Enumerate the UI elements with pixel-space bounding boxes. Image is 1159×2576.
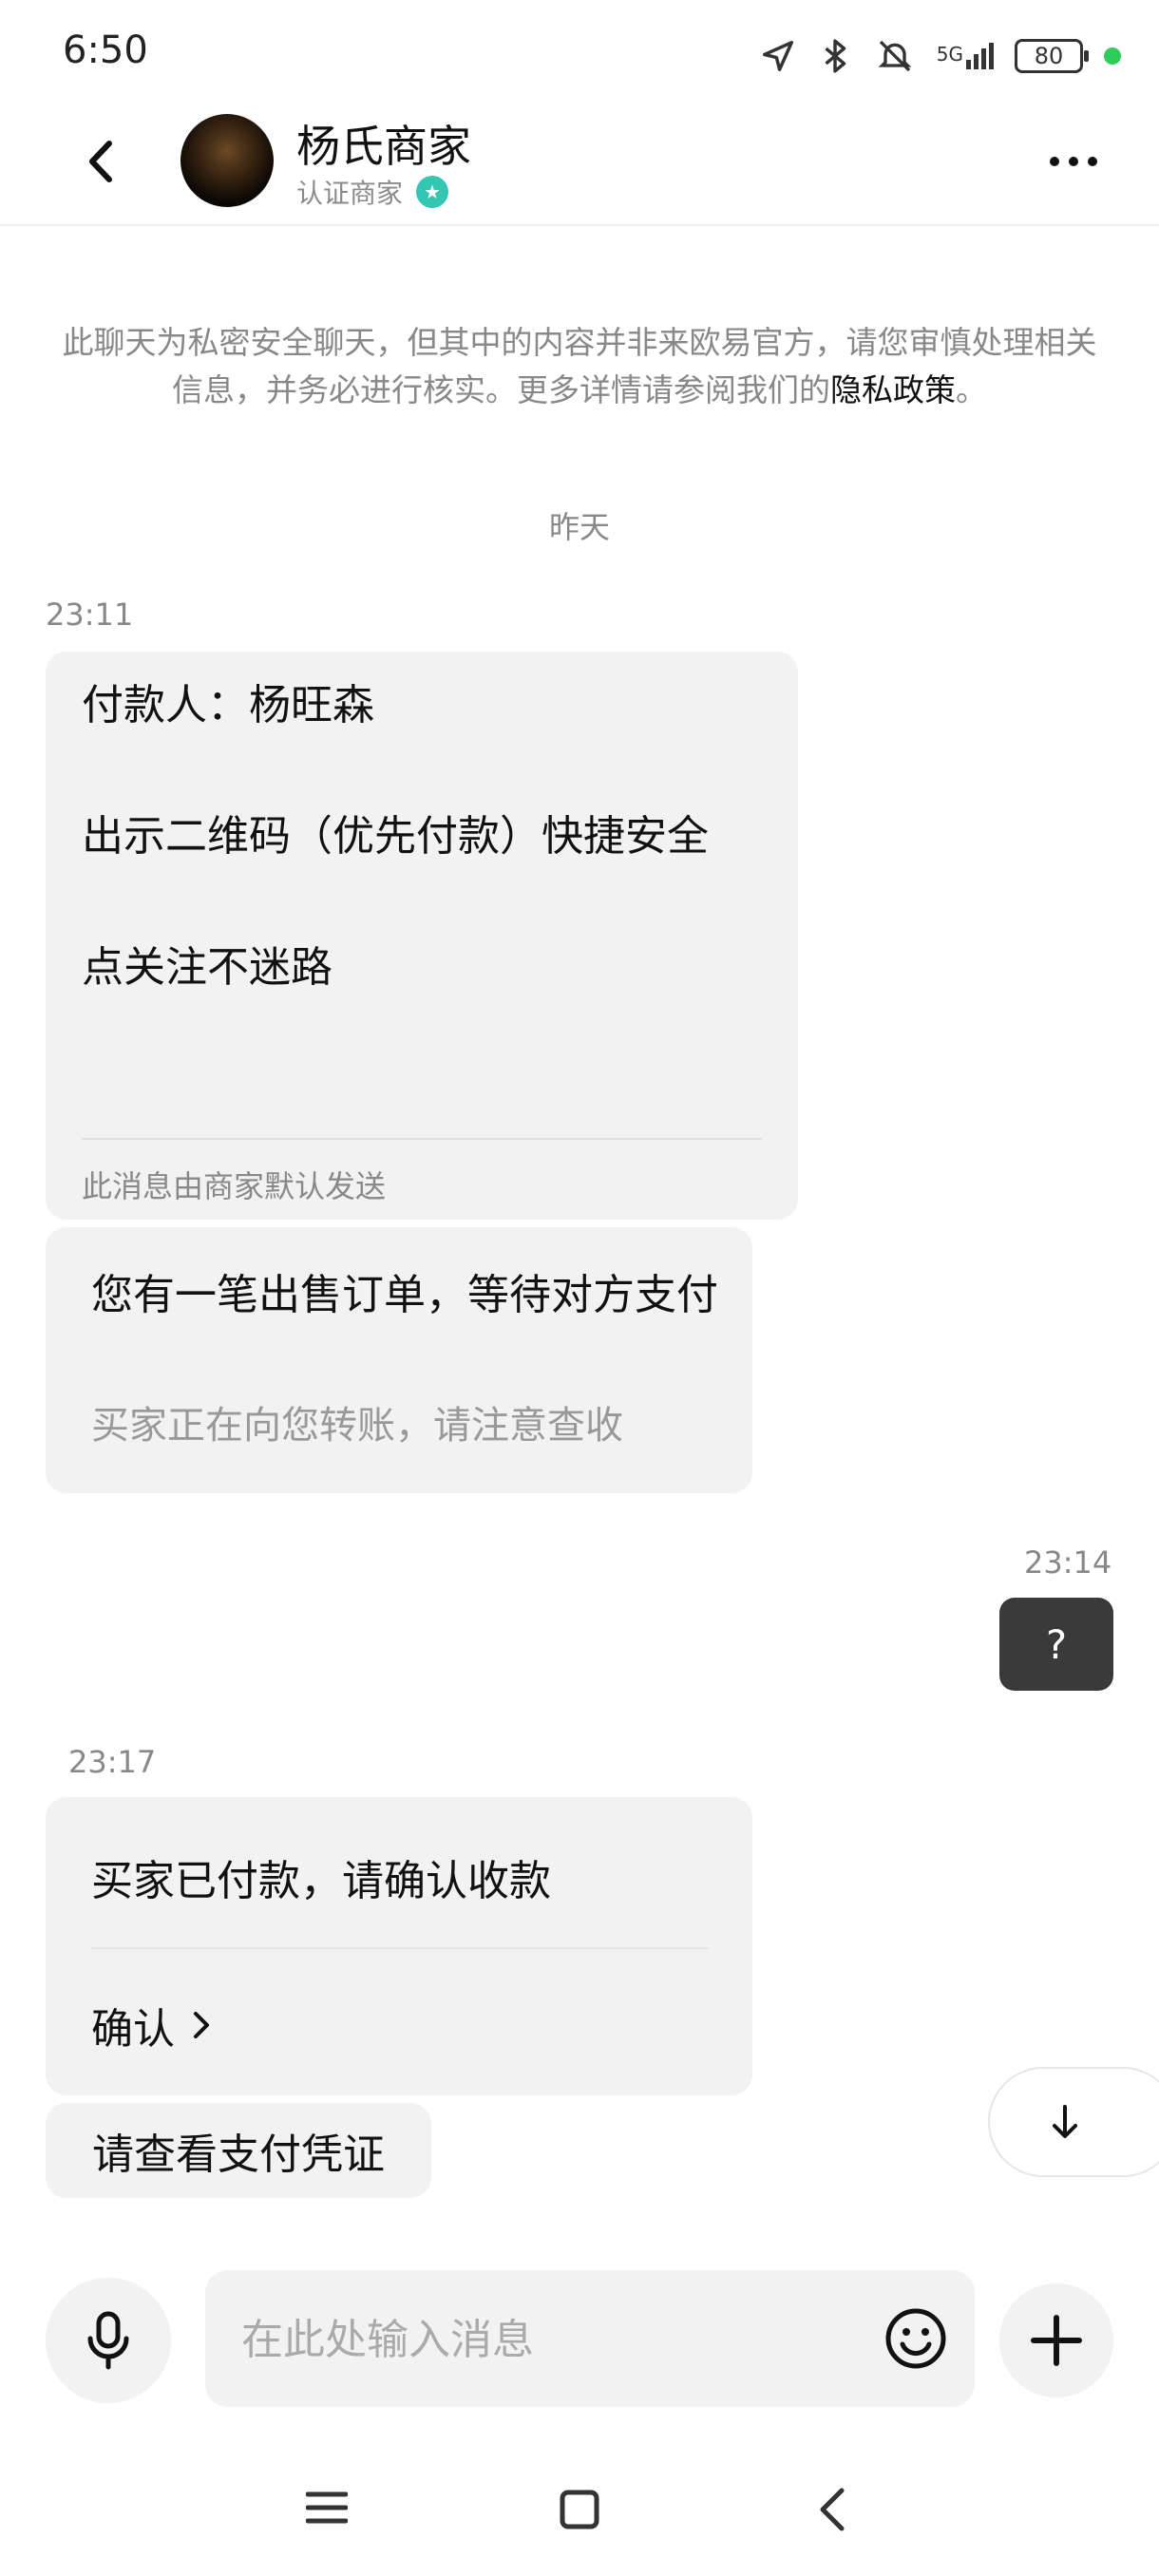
verified-badge-icon: ★ bbox=[416, 176, 449, 208]
chevron-right-icon bbox=[194, 2012, 209, 2038]
privacy-indicator-dot bbox=[1104, 47, 1121, 65]
message-bubble-auto: 付款人：杨旺森 出示二维码（优先付款）快捷安全 点关注不迷路 此消息由商家默认发… bbox=[46, 652, 798, 1220]
signal-indicator: 5G bbox=[937, 43, 994, 69]
arrow-down-icon bbox=[1053, 2105, 1077, 2138]
message-bubble: 请查看支付凭证 bbox=[46, 2103, 431, 2198]
order-status-subtitle: 买家正在向您转账，请注意查收 bbox=[91, 1404, 623, 1448]
payment-confirm-title: 买家已付款，请确认收款 bbox=[91, 1857, 551, 1905]
message-line: 付款人：杨旺森 bbox=[82, 681, 374, 729]
chevron-left-icon bbox=[89, 141, 112, 182]
outgoing-message-bubble: ? bbox=[999, 1598, 1113, 1691]
payment-confirm-card: 买家已付款，请确认收款 确认 bbox=[46, 1797, 752, 2095]
battery-icon: 80 bbox=[1015, 39, 1089, 73]
location-arrow-icon bbox=[762, 41, 793, 71]
mute-bell-icon bbox=[878, 40, 912, 72]
scroll-to-bottom-button[interactable] bbox=[988, 2067, 1159, 2177]
recent-apps-icon[interactable] bbox=[306, 2489, 348, 2527]
privacy-policy-link[interactable]: 隐私政策 bbox=[830, 371, 956, 408]
bubble-divider bbox=[82, 1138, 762, 1140]
message-line: 出示二维码（优先付款）快捷安全 bbox=[82, 812, 709, 861]
network-type: 5G bbox=[936, 43, 963, 66]
microphone-icon bbox=[87, 2311, 129, 2370]
home-icon[interactable] bbox=[559, 2489, 600, 2530]
status-time: 6:50 bbox=[63, 28, 148, 72]
more-options-button[interactable] bbox=[1036, 142, 1112, 180]
battery-level: 80 bbox=[1034, 43, 1064, 69]
message-timestamp: 23:17 bbox=[68, 1744, 157, 1780]
status-icons: 5G 80 bbox=[760, 32, 1121, 80]
nav-back-icon[interactable] bbox=[817, 2487, 847, 2532]
privacy-notice: 此聊天为私密安全聊天，但其中的内容并非来欧易官方，请您审慎处理相关信息，并务必进… bbox=[48, 319, 1112, 414]
message-input-container bbox=[205, 2270, 975, 2409]
confirm-label: 确认 bbox=[91, 2005, 175, 2054]
bluetooth-icon bbox=[825, 39, 846, 73]
voice-input-button[interactable] bbox=[46, 2278, 171, 2403]
avatar[interactable] bbox=[180, 114, 274, 207]
message-timestamp: 23:14 bbox=[1024, 1544, 1112, 1581]
back-button[interactable] bbox=[72, 123, 129, 199]
chat-title: 杨氏商家 bbox=[296, 121, 471, 172]
message-line: 点关注不迷路 bbox=[82, 943, 332, 992]
order-status-card[interactable]: 您有一笔出售订单，等待对方支付 买家正在向您转账，请注意查收 bbox=[46, 1227, 752, 1493]
plus-icon bbox=[1031, 2315, 1082, 2366]
merchant-status: 认证商家 ★ bbox=[296, 173, 449, 211]
auto-message-note: 此消息由商家默认发送 bbox=[82, 1168, 387, 1204]
emoji-icon[interactable] bbox=[884, 2306, 948, 2371]
privacy-notice-end: 。 bbox=[956, 371, 987, 408]
date-separator: 昨天 bbox=[548, 509, 610, 545]
confirm-receipt-button[interactable]: 确认 bbox=[91, 1995, 211, 2055]
bubble-divider bbox=[91, 1947, 709, 1949]
header-divider bbox=[0, 224, 1159, 226]
merchant-status-label: 认证商家 bbox=[296, 178, 404, 209]
message-timestamp: 23:11 bbox=[46, 597, 134, 633]
attach-button[interactable] bbox=[999, 2283, 1113, 2397]
order-status-title: 您有一笔出售订单，等待对方支付 bbox=[91, 1271, 718, 1319]
message-input[interactable] bbox=[239, 2270, 832, 2409]
